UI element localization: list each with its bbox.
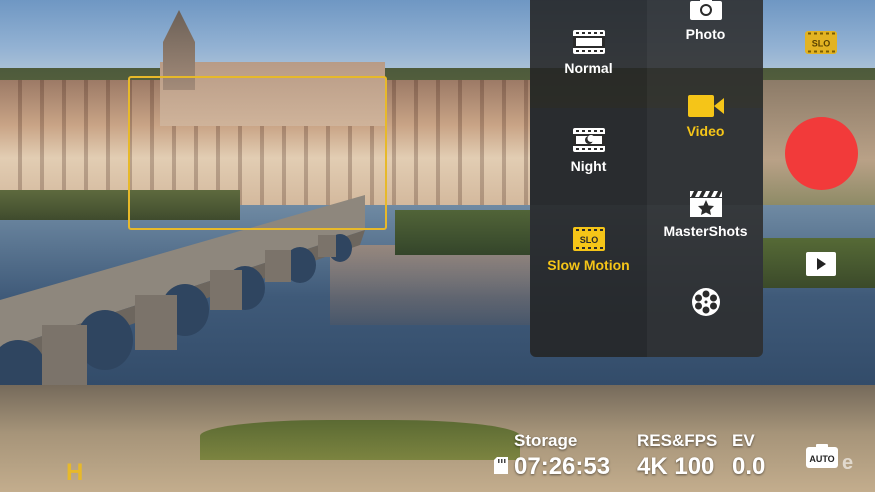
- mode-video[interactable]: Video: [647, 95, 764, 139]
- mode-column-left: Normal Night SLO Slow Motion: [530, 0, 647, 357]
- mode-video-label: Video: [686, 123, 725, 139]
- mode-slow-motion[interactable]: SLO Slow Motion: [530, 227, 647, 273]
- mode-column-right: Photo Video MasterShots: [647, 0, 763, 357]
- river-bank-middle: [395, 210, 530, 255]
- mode-normal[interactable]: Normal: [530, 30, 647, 76]
- mode-night-label: Night: [570, 158, 607, 174]
- sd-card-icon: [494, 457, 508, 474]
- mode-photo[interactable]: Photo: [647, 0, 764, 42]
- watermark-logo: e: [842, 452, 854, 474]
- slo-badge-graphic: SLO: [808, 32, 835, 53]
- camera-icon: [689, 0, 722, 20]
- video-camera-icon: [687, 95, 724, 117]
- mode-photo-label: Photo: [685, 26, 726, 42]
- play-icon: [817, 258, 826, 270]
- playback-button[interactable]: [806, 252, 836, 276]
- mode-night[interactable]: Night: [530, 128, 647, 174]
- storage-label: Storage: [514, 431, 578, 450]
- slo-film-text: SLO: [579, 235, 598, 245]
- ev-label: EV: [732, 431, 755, 450]
- auto-text: AUTO: [809, 454, 834, 464]
- ev-value[interactable]: 0.0: [732, 453, 765, 481]
- film-moon-icon: [572, 128, 605, 152]
- mode-mastershots-label: MasterShots: [663, 223, 748, 239]
- slo-icon[interactable]: SLO: [805, 31, 837, 54]
- record-button[interactable]: [785, 117, 858, 190]
- storage-value: 07:26:53: [514, 453, 611, 480]
- res-fps-label: RES&FPS: [637, 431, 718, 450]
- film-reel-icon: [691, 288, 720, 316]
- gimbal-mode-indicator[interactable]: H: [66, 459, 83, 487]
- mode-slow-motion-label: Slow Motion: [547, 257, 630, 273]
- slo-badge-text: SLO: [812, 39, 831, 49]
- film-strip-icon: [572, 30, 605, 54]
- shooting-mode-menu: Normal Night SLO Slow Motion Photo Video…: [530, 0, 763, 357]
- mode-more[interactable]: [647, 287, 764, 323]
- clapperboard-star-icon: [689, 191, 722, 217]
- res-fps-value[interactable]: 4K 100: [637, 453, 714, 481]
- auto-camera-graphic: AUTO: [806, 444, 838, 468]
- mode-mastershots[interactable]: MasterShots: [647, 191, 764, 239]
- mode-normal-label: Normal: [564, 60, 613, 76]
- focus-tracking-frame[interactable]: [128, 76, 387, 230]
- auto-camera-icon[interactable]: AUTO: [805, 443, 839, 469]
- slo-film-icon: SLO: [572, 227, 605, 251]
- grass-patch: [200, 420, 520, 460]
